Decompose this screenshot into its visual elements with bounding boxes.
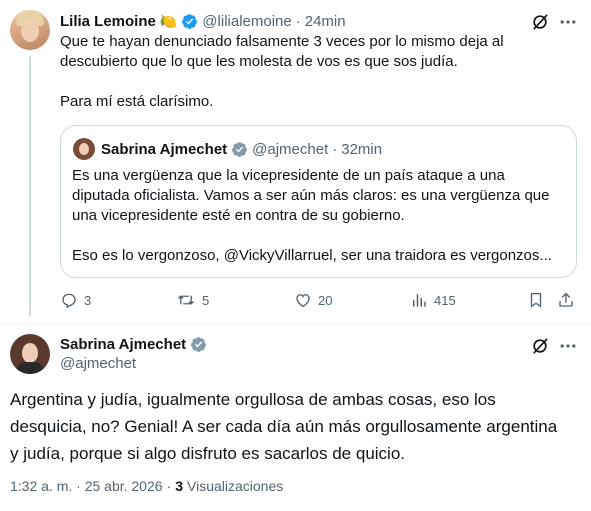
grok-icon[interactable]	[530, 12, 550, 32]
views-count: 3	[175, 478, 184, 494]
separator: ·	[295, 12, 301, 30]
quote-text-line: Es una vergüenza que la vicepresidente d…	[72, 167, 505, 184]
views-label: Visualizaciones	[187, 478, 284, 494]
quote-text-line: diputada oficialista. Vamos a ser aún má…	[72, 187, 550, 204]
share-icon	[559, 292, 573, 307]
author-handle[interactable]: @lilialemoine	[202, 13, 291, 30]
tweet-meta: 1:32 a. m. · 25 abr. 2026 · 3 Visualizac…	[10, 478, 283, 494]
tweet-header: Sabrina Ajmechet	[60, 334, 207, 354]
heart-icon	[296, 294, 310, 308]
quote-author-name: Sabrina Ajmechet	[101, 140, 228, 158]
quote-text-line: Eso es lo vergonzoso, @VickyVillarruel, …	[72, 247, 552, 264]
tweet-text-line: Que te hayan denunciado falsamente 3 vec…	[60, 33, 504, 50]
quote-avatar[interactable]	[73, 138, 95, 160]
quote-header: Sabrina Ajmechet @ajmechet · 32min	[101, 139, 382, 159]
separator: ·	[332, 140, 338, 158]
repost-icon	[178, 295, 194, 305]
like-button[interactable]: 20	[294, 291, 332, 309]
like-count: 20	[318, 292, 333, 308]
bookmark-button[interactable]	[527, 291, 545, 309]
lemon-emoji: 🍋	[159, 12, 178, 29]
tweet-text-line: descubierto que lo que les molesta de vo…	[60, 53, 458, 70]
timestamp[interactable]: 1:32 a. m. · 25 abr. 2026	[10, 478, 163, 494]
tweet-text-line: Argentina y judía, igualmente orgullosa …	[10, 390, 496, 409]
views-count: 415	[434, 292, 456, 308]
repost-button[interactable]: 5	[176, 291, 209, 309]
verified-gray-icon	[191, 336, 207, 352]
quote-time: 32min	[341, 140, 383, 158]
repost-count: 5	[202, 292, 210, 308]
reply-icon	[62, 293, 76, 309]
avatar[interactable]	[10, 10, 50, 50]
separator: ·	[166, 478, 172, 494]
tweet-text-line: desquicia, no? Genial! A ser cada día aú…	[10, 417, 558, 436]
author-handle[interactable]: @ajmechet	[60, 355, 136, 372]
views-icon	[413, 294, 426, 307]
tweet-time[interactable]: 24min	[305, 13, 346, 30]
grok-icon[interactable]	[530, 336, 550, 356]
tweet-text-line: y judía, porque si algo disfruto es saca…	[10, 444, 406, 463]
quote-tweet[interactable]: Sabrina Ajmechet @ajmechet · 32min Es un…	[60, 125, 577, 278]
avatar[interactable]	[10, 334, 50, 374]
bookmark-icon	[530, 292, 542, 308]
tweet-text: Que te hayan denunciado falsamente 3 vec…	[60, 32, 580, 112]
reply-count: 3	[84, 292, 92, 308]
divider	[0, 324, 591, 325]
thread-line	[29, 56, 31, 316]
share-button[interactable]	[557, 291, 575, 309]
views-button[interactable]: 415	[410, 291, 456, 309]
tweet-text-line: Para mí está clarísimo.	[60, 93, 214, 110]
quote-text: Es una vergüenza que la vicepresidente d…	[72, 166, 572, 266]
verified-gray-icon	[232, 141, 248, 157]
reply-button[interactable]: 3	[60, 291, 91, 309]
tweet-text: Argentina y judía, igualmente orgullosa …	[10, 386, 585, 467]
author-name[interactable]: Sabrina Ajmechet	[60, 336, 186, 353]
author-name[interactable]: Lilia Lemoine	[60, 13, 156, 30]
more-icon[interactable]	[558, 12, 578, 32]
tweet-header: Lilia Lemoine 🍋 @lilialemoine · 24min	[60, 10, 346, 32]
quote-text-line: una vicepresidente esté en contra de su …	[72, 207, 405, 224]
more-icon[interactable]	[558, 336, 578, 356]
quote-handle: @ajmechet	[252, 140, 329, 158]
verified-icon	[182, 13, 198, 29]
